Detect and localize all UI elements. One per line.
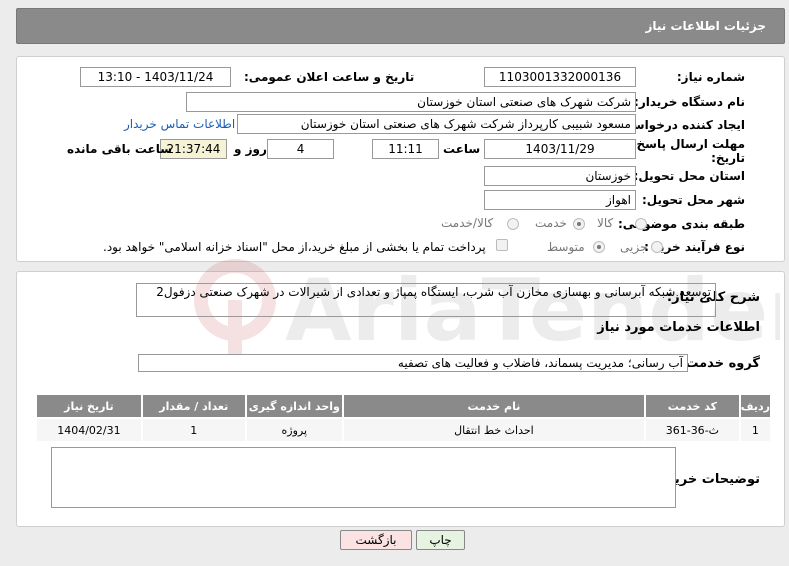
- city-field[interactable]: اهواز: [484, 190, 636, 210]
- page-title: جزئیات اطلاعات نیاز: [645, 19, 766, 33]
- page-title-bar: جزئیات اطلاعات نیاز: [16, 8, 785, 44]
- col-quantity: تعداد / مقدار: [140, 393, 247, 419]
- category-goods-radio[interactable]: [635, 218, 647, 230]
- announce-date-field[interactable]: 1403/11/24 - 13:10: [80, 67, 231, 87]
- treasury-payment-checkbox[interactable]: [496, 239, 508, 251]
- category-goods-service-label: کالا/خدمت: [441, 216, 494, 230]
- category-goods-label: کالا: [597, 216, 614, 230]
- col-service-code: کد خدمت: [643, 393, 741, 419]
- deadline-time-field[interactable]: 11:11: [372, 139, 439, 159]
- services-table-header: ردیف کد خدمت نام خدمت واحد اندازه گیری ت…: [35, 393, 773, 419]
- process-minor-radio[interactable]: [651, 241, 663, 253]
- deadline-date-field[interactable]: 1403/11/29: [484, 139, 636, 159]
- category-goods-service-radio[interactable]: [507, 218, 519, 230]
- cell-row: 1: [738, 417, 773, 443]
- category-service-label: خدمت: [535, 216, 567, 230]
- cell-quantity: 1: [140, 417, 247, 443]
- announce-date-label: تاریخ و ساعت اعلان عمومی:: [244, 70, 415, 84]
- days-label: روز و: [234, 142, 267, 156]
- buyer-org-field[interactable]: شرکت شهرک های صنعتی استان خوزستان: [186, 92, 636, 112]
- services-table: ردیف کد خدمت نام خدمت واحد اندازه گیری ت…: [35, 393, 773, 443]
- deadline-label: مهلت ارسال پاسخ: تا: [618, 137, 746, 151]
- table-row[interactable]: 1 ث-36-361 احداث خط انتقال پروژه 1 1404/…: [35, 417, 773, 443]
- process-minor-label: جزیی: [620, 240, 648, 254]
- buyer-org-label: نام دستگاه خریدار:: [634, 95, 745, 109]
- cell-unit: پروژه: [244, 417, 344, 443]
- col-service-name: نام خدمت: [341, 393, 646, 419]
- col-need-date: تاریخ نیاز: [35, 393, 143, 419]
- remaining-time-label: ساعت باقی مانده: [67, 142, 173, 156]
- treasury-payment-note: پرداخت تمام یا بخشی از مبلغ خرید،از محل …: [103, 240, 486, 254]
- page-frame: جزئیات اطلاعات نیاز شماره نیاز: 11030013…: [0, 0, 789, 566]
- cell-need-date: 1404/02/31: [35, 417, 143, 443]
- col-unit: واحد اندازه گیری: [244, 393, 344, 419]
- description-field[interactable]: توسعه شبکه آبرسانی و بهسازی مخازن آب شرب…: [136, 283, 716, 317]
- buyer-contact-link[interactable]: اطلاعات تماس خریدار: [124, 117, 235, 131]
- buyer-notes-field[interactable]: [51, 447, 676, 508]
- remaining-days-field[interactable]: 4: [267, 139, 334, 159]
- province-label: استان محل تحویل:: [633, 169, 745, 183]
- service-group-field[interactable]: آب رسانی؛ مدیریت پسماند، فاضلاب و فعالیت…: [138, 354, 688, 372]
- process-medium-label: متوسط: [547, 240, 585, 254]
- cell-service-code: ث-36-361: [643, 417, 741, 443]
- service-group-label: گروه خدمت:: [680, 356, 760, 371]
- deadline-label-2: تاریخ:: [711, 151, 745, 165]
- cell-service-name: احداث خط انتقال: [341, 417, 646, 443]
- city-label: شهر محل تحویل:: [641, 193, 745, 207]
- need-number-label: شماره نیاز:: [676, 70, 745, 84]
- need-number-field[interactable]: 1103001332000136: [484, 67, 636, 87]
- description-text: توسعه شبکه آبرسانی و بهسازی مخازن آب شرب…: [156, 285, 711, 299]
- province-field[interactable]: خوزستان: [484, 166, 636, 186]
- category-service-radio[interactable]: [573, 218, 585, 230]
- back-button[interactable]: بازگشت: [340, 530, 412, 550]
- process-medium-radio[interactable]: [593, 241, 605, 253]
- print-button[interactable]: چاپ: [416, 530, 465, 550]
- services-section-title: اطلاعات خدمات مورد نیاز: [597, 320, 760, 335]
- deadline-time-label: ساعت: [443, 142, 481, 156]
- creator-field[interactable]: مسعود شبیبی کارپرداز شرکت شهرک های صنعتی…: [237, 114, 636, 134]
- col-row: ردیف: [738, 393, 773, 419]
